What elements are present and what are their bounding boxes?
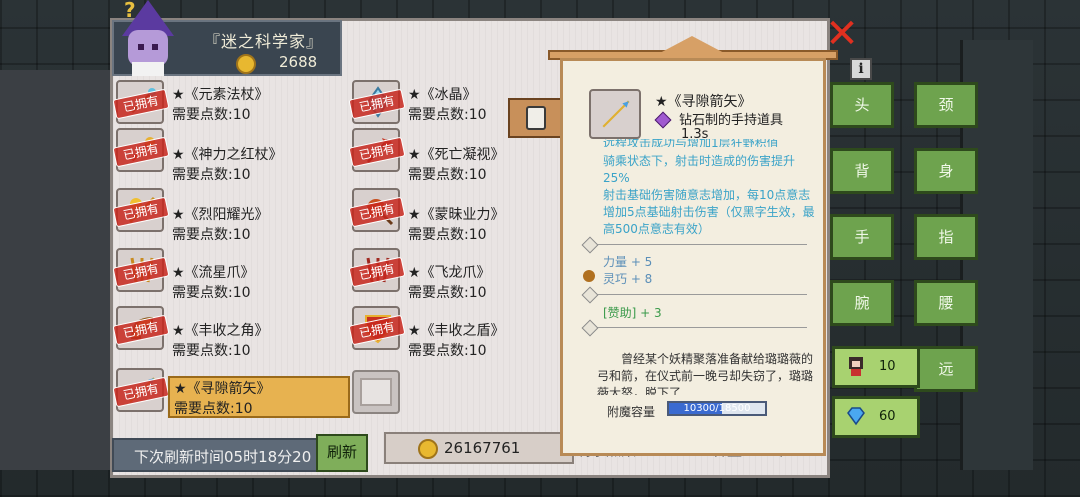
item-name: ★《死亡凝视》 bbox=[408, 147, 505, 163]
floor-left bbox=[0, 70, 120, 470]
merchant-face bbox=[128, 30, 168, 66]
merchant-avatar: ? bbox=[116, 0, 180, 76]
divider-diamond-icon bbox=[581, 236, 599, 254]
item-slot[interactable]: 已拥有 bbox=[112, 306, 170, 350]
detail-description-2: 射击基础伤害随意志增加，每10点意志增加5点基础射击伤害（仅黑字生效，最高500… bbox=[603, 188, 815, 236]
merchant-title: 『迷之科学家』 bbox=[204, 32, 324, 51]
item-detail-panel: ★《寻隙箭矢》 钻石制的手持道具 1.3s 远程攻击成功与增加1层狂野积值 骑乘… bbox=[560, 58, 826, 456]
item-cost: 需要点数:10 bbox=[408, 107, 487, 123]
detail-item-icon-box bbox=[589, 89, 641, 139]
item-cost: 需要点数:10 bbox=[408, 167, 487, 183]
item-cost: 需要点数:10 bbox=[172, 227, 251, 243]
item-card[interactable]: ★《元素法杖》 需要点数:10 bbox=[172, 84, 352, 126]
detail-description: 骑乘状态下，射击时造成的伤害提升25% bbox=[603, 154, 796, 185]
item-name: ★《流星爪》 bbox=[172, 265, 255, 281]
item-cost: 需要点数:10 bbox=[172, 285, 251, 301]
money-bar: 26167761 bbox=[384, 432, 574, 464]
equip-slot-neck[interactable]: 颈 bbox=[914, 82, 978, 128]
equip-slot-head[interactable]: 头 bbox=[830, 82, 894, 128]
equip-slot-wrist[interactable]: 腕 bbox=[830, 280, 894, 326]
character-icon bbox=[849, 357, 863, 376]
item-name: ★《飞龙爪》 bbox=[408, 265, 491, 281]
pet-count: 10 bbox=[879, 359, 896, 374]
item-slot[interactable]: 已拥有 bbox=[112, 248, 170, 292]
item-slot[interactable]: 已拥有 bbox=[348, 128, 406, 172]
divider-diamond-icon bbox=[581, 319, 599, 337]
item-slot[interactable]: 已拥有 bbox=[348, 306, 406, 350]
item-lore[interactable]: 曾经某个妖精聚落准备献给璐璐薇的弓和箭，在仪式前一晚弓却失窃了，璐璐薇大怒，脱下… bbox=[597, 351, 819, 395]
enchant-label: 附魔容量 bbox=[607, 405, 656, 419]
stat-blessing: [赞助] + 3 bbox=[603, 306, 662, 320]
detail-item-type: 钻石制的手持道具 bbox=[679, 113, 784, 128]
lock-button[interactable] bbox=[508, 98, 568, 138]
lock-icon bbox=[526, 106, 546, 130]
gem-resource-button[interactable]: 60 bbox=[832, 396, 920, 438]
eye-icon bbox=[138, 44, 144, 50]
question-mark-icon: ? bbox=[124, 0, 136, 22]
gem-count: 60 bbox=[879, 409, 896, 424]
stat-agility: 灵巧 + 8 bbox=[603, 272, 653, 286]
item-cost: 需要点数:10 bbox=[172, 167, 251, 183]
refresh-timer-bar: 下次刷新时间05时18分20 bbox=[112, 438, 322, 472]
item-card[interactable]: ★《烈阳耀光》 需要点数:10 bbox=[172, 204, 352, 246]
item-name: ★《元素法杖》 bbox=[172, 87, 269, 103]
diamond-grade-icon bbox=[654, 111, 672, 129]
equip-slot-waist[interactable]: 腰 bbox=[914, 280, 978, 326]
item-slot[interactable]: 已拥有 bbox=[112, 368, 170, 412]
lab-coat bbox=[132, 62, 164, 76]
detail-desc-cut: 远程攻击成功与增加1层狂野积值 bbox=[603, 139, 779, 147]
item-cost: 需要点数:10 bbox=[172, 107, 251, 123]
enchant-value: 10300/18500 bbox=[683, 403, 751, 414]
item-name: ★《丰收之盾》 bbox=[408, 323, 505, 339]
item-name: ★《寻隙箭矢》 bbox=[174, 381, 271, 397]
item-slot[interactable]: 已拥有 bbox=[112, 188, 170, 232]
item-cost: 需要点数:10 bbox=[408, 343, 487, 359]
item-cost: 需要点数:10 bbox=[408, 227, 487, 243]
detail-item-name: ★《寻隙箭矢》 bbox=[655, 94, 752, 110]
info-icon[interactable]: i bbox=[850, 58, 872, 80]
gold-amount: 2688 bbox=[279, 53, 318, 71]
item-name: ★《蒙昧业力》 bbox=[408, 207, 505, 223]
close-icon[interactable]: ✕ bbox=[822, 14, 862, 56]
item-slot[interactable]: 已拥有 bbox=[348, 248, 406, 292]
item-slot[interactable]: 已拥有 bbox=[112, 80, 170, 124]
divider-diamond-icon bbox=[581, 286, 599, 304]
empty-item-slot[interactable] bbox=[352, 370, 400, 414]
pet-resource-button[interactable]: 10 bbox=[832, 346, 920, 388]
refresh-timer-text: 下次刷新时间05时18分20 bbox=[134, 448, 312, 466]
item-name: ★《烈阳耀光》 bbox=[172, 207, 269, 223]
item-cost: 需要点数:10 bbox=[408, 285, 487, 301]
equip-slot-ranged[interactable]: 远 bbox=[914, 346, 978, 392]
item-card[interactable]: ★《流星爪》 需要点数:10 bbox=[172, 262, 352, 304]
gold-coin-icon bbox=[418, 439, 438, 459]
equip-slot-body[interactable]: 身 bbox=[914, 148, 978, 194]
refresh-button[interactable]: 刷新 bbox=[316, 434, 368, 472]
item-card-selected[interactable]: ★《寻隙箭矢》 需要点数:10 bbox=[168, 376, 350, 418]
item-card[interactable]: ★《丰收之角》 需要点数:10 bbox=[172, 320, 352, 362]
item-card[interactable]: ★《神力之红杖》 需要点数:10 bbox=[172, 144, 352, 186]
equip-slot-hand[interactable]: 手 bbox=[830, 214, 894, 260]
eye-icon bbox=[152, 44, 158, 50]
money-amount: 26167761 bbox=[444, 439, 521, 457]
equip-slot-back[interactable]: 背 bbox=[830, 148, 894, 194]
gear-icon bbox=[583, 270, 595, 282]
item-slot[interactable]: 已拥有 bbox=[348, 188, 406, 232]
item-slot[interactable]: 已拥有 bbox=[348, 80, 406, 124]
item-name: ★《丰收之角》 bbox=[172, 323, 269, 339]
gold-coin-icon bbox=[236, 54, 256, 74]
item-name: ★《冰晶》 bbox=[408, 87, 477, 103]
enchant-capacity-bar: 10300/18500 bbox=[667, 401, 767, 416]
item-cost: 需要点数:10 bbox=[174, 401, 253, 417]
stat-strength: 力量 + 5 bbox=[603, 255, 653, 269]
item-name: ★《神力之红杖》 bbox=[172, 147, 283, 163]
diamond-icon bbox=[847, 407, 865, 426]
item-cost: 需要点数:10 bbox=[172, 343, 251, 359]
arrow-icon bbox=[602, 100, 630, 128]
item-slot[interactable]: 已拥有 bbox=[112, 128, 170, 172]
equip-slot-finger[interactable]: 指 bbox=[914, 214, 978, 260]
